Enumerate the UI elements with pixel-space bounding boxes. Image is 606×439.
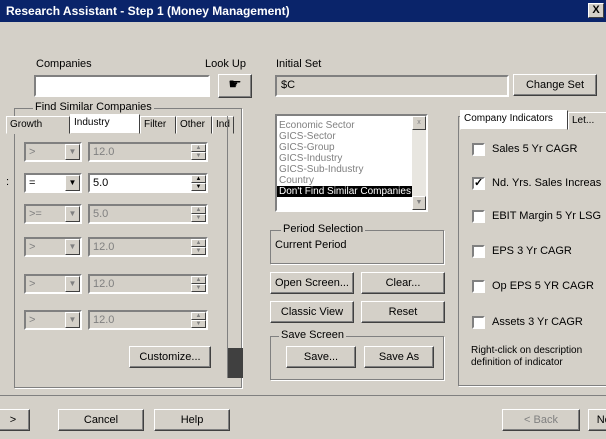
slider-thumb[interactable] bbox=[228, 348, 243, 378]
value-spinner[interactable]: 5.0 ▲ ▼ bbox=[88, 173, 208, 193]
tab-company-indicators[interactable]: Company Indicators bbox=[460, 110, 568, 130]
close-button[interactable]: X bbox=[588, 3, 604, 18]
value-spinner[interactable]: 5.0 ▲ ▼ bbox=[88, 204, 208, 224]
lookup-button[interactable]: ☛ bbox=[218, 74, 252, 98]
similar-criteria-list[interactable]: Economic Sector GICS-Sector GICS-Group G… bbox=[275, 114, 428, 212]
chevron-down-icon: ▼ bbox=[65, 206, 80, 222]
value-spinner[interactable]: 12.0 ▲ ▼ bbox=[88, 274, 208, 294]
slider-track bbox=[227, 116, 228, 378]
list-item[interactable]: Economic Sector bbox=[279, 120, 355, 131]
list-item[interactable]: GICS-Group bbox=[279, 142, 335, 153]
indicator-label: Sales 5 Yr CAGR bbox=[492, 143, 578, 155]
chevron-down-icon: ▼ bbox=[65, 276, 80, 292]
indicator-checkbox[interactable] bbox=[472, 316, 485, 329]
row-marker: : bbox=[6, 176, 10, 188]
operator-combo[interactable]: > ▼ bbox=[24, 310, 82, 330]
spin-up-icon: ▲ bbox=[191, 144, 206, 152]
list-item[interactable]: GICS-Industry bbox=[279, 153, 342, 164]
value-spinner[interactable]: 12.0 ▲ ▼ bbox=[88, 142, 208, 162]
indicator-label: Assets 3 Yr CAGR bbox=[492, 316, 583, 328]
save-as-button[interactable]: Save As bbox=[364, 346, 434, 368]
spin-down-icon: ▼ bbox=[191, 183, 206, 191]
list-item-selected[interactable]: Don't Find Similar Companies bbox=[277, 186, 422, 197]
indicator-tabs: Company Indicators Let... bbox=[460, 110, 606, 130]
tab-let[interactable]: Let... bbox=[568, 112, 606, 130]
change-set-button[interactable]: Change Set bbox=[513, 74, 597, 96]
list-item[interactable]: GICS-Sub-Industry bbox=[279, 164, 363, 175]
operator-combo[interactable]: > ▼ bbox=[24, 237, 82, 257]
operator-combo[interactable]: >= ▼ bbox=[24, 204, 82, 224]
spin-down-icon: ▼ bbox=[191, 320, 206, 328]
indicator-note: definition of indicator bbox=[471, 357, 563, 368]
indicator-note: Right-click on description bbox=[471, 345, 583, 356]
save-screen-label: Save Screen bbox=[279, 329, 346, 341]
indicator-checkbox[interactable] bbox=[472, 210, 485, 223]
spin-down-icon: ▼ bbox=[191, 152, 206, 160]
tab-other[interactable]: Other bbox=[176, 116, 212, 134]
pointing-hand-icon: ☛ bbox=[228, 76, 242, 93]
period-value: Current Period bbox=[275, 239, 347, 251]
indicator-checkbox[interactable] bbox=[472, 143, 485, 156]
reset-button[interactable]: Reset bbox=[361, 301, 445, 323]
footer-divider bbox=[0, 395, 606, 396]
help-button[interactable]: Help bbox=[154, 409, 230, 431]
tab-industry[interactable]: Industry bbox=[70, 114, 140, 134]
period-selection-group: Period Selection Current Period bbox=[270, 223, 444, 264]
clear-button[interactable]: Clear... bbox=[361, 272, 445, 294]
indicator-checkbox-checked[interactable]: ✓ bbox=[472, 177, 485, 190]
next-button[interactable]: Next bbox=[588, 409, 606, 431]
companies-input[interactable] bbox=[34, 75, 210, 97]
spin-down-icon: ▼ bbox=[191, 284, 206, 292]
tab-ind[interactable]: Ind bbox=[212, 116, 234, 134]
find-similar-label: Find Similar Companies bbox=[33, 101, 154, 113]
operator-combo[interactable]: > ▼ bbox=[24, 274, 82, 294]
indicator-label: EBIT Margin 5 Yr LSG bbox=[492, 210, 602, 222]
period-selection-label: Period Selection bbox=[281, 223, 366, 235]
save-button[interactable]: Save... bbox=[286, 346, 356, 368]
spin-up-icon: ▲ bbox=[191, 206, 206, 214]
list-item[interactable]: Country bbox=[279, 175, 314, 186]
list-scrollbar[interactable]: x ▼ bbox=[412, 116, 426, 210]
close-icon[interactable]: x bbox=[412, 116, 426, 130]
list-item[interactable]: GICS-Sector bbox=[279, 131, 336, 142]
tab-filter[interactable]: Filter bbox=[140, 116, 176, 134]
operator-combo[interactable]: = ▼ bbox=[24, 173, 82, 193]
title-bar: Research Assistant - Step 1 (Money Manag… bbox=[0, 0, 606, 22]
tab-growth[interactable]: Growth bbox=[6, 116, 70, 134]
chevron-down-icon: ▼ bbox=[65, 312, 80, 328]
chevron-down-icon: ▼ bbox=[65, 144, 80, 160]
spin-up-icon: ▲ bbox=[191, 175, 206, 183]
value-spinner[interactable]: 12.0 ▲ ▼ bbox=[88, 237, 208, 257]
spin-down-icon: ▼ bbox=[191, 214, 206, 222]
research-assistant-window: Research Assistant - Step 1 (Money Manag… bbox=[0, 0, 606, 439]
value-spinner[interactable]: 12.0 ▲ ▼ bbox=[88, 310, 208, 330]
indicator-checkbox[interactable] bbox=[472, 280, 485, 293]
chevron-down-icon: ▼ bbox=[65, 239, 80, 255]
open-screen-button[interactable]: Open Screen... bbox=[270, 272, 354, 294]
initial-set-label: Initial Set bbox=[276, 58, 322, 70]
chevron-down-icon[interactable]: ▼ bbox=[412, 196, 426, 210]
indicator-checkbox[interactable] bbox=[472, 245, 485, 258]
back-button[interactable]: < Back bbox=[502, 409, 580, 431]
operator-combo[interactable]: > ▼ bbox=[24, 142, 82, 162]
spin-down-icon: ▼ bbox=[191, 247, 206, 255]
chevron-down-icon: ▼ bbox=[65, 175, 80, 191]
back-arrow-button[interactable]: > bbox=[0, 409, 30, 431]
window-title: Research Assistant - Step 1 (Money Manag… bbox=[6, 4, 290, 18]
spin-up-icon: ▲ bbox=[191, 312, 206, 320]
spin-up-icon: ▲ bbox=[191, 239, 206, 247]
find-similar-tabs: Growth Industry Filter Other Ind bbox=[6, 114, 236, 134]
indicator-label: Nd. Yrs. Sales Increas bbox=[492, 177, 602, 189]
spin-up-icon: ▲ bbox=[191, 276, 206, 284]
classic-view-button[interactable]: Classic View bbox=[270, 301, 354, 323]
cancel-button[interactable]: Cancel bbox=[58, 409, 144, 431]
initial-set-field: $C bbox=[275, 75, 509, 97]
indicator-label: EPS 3 Yr CAGR bbox=[492, 245, 572, 257]
indicator-label: Op EPS 5 YR CAGR bbox=[492, 280, 594, 292]
lookup-label: Look Up bbox=[205, 58, 246, 70]
customize-button[interactable]: Customize... bbox=[129, 346, 211, 368]
companies-label: Companies bbox=[36, 58, 92, 70]
